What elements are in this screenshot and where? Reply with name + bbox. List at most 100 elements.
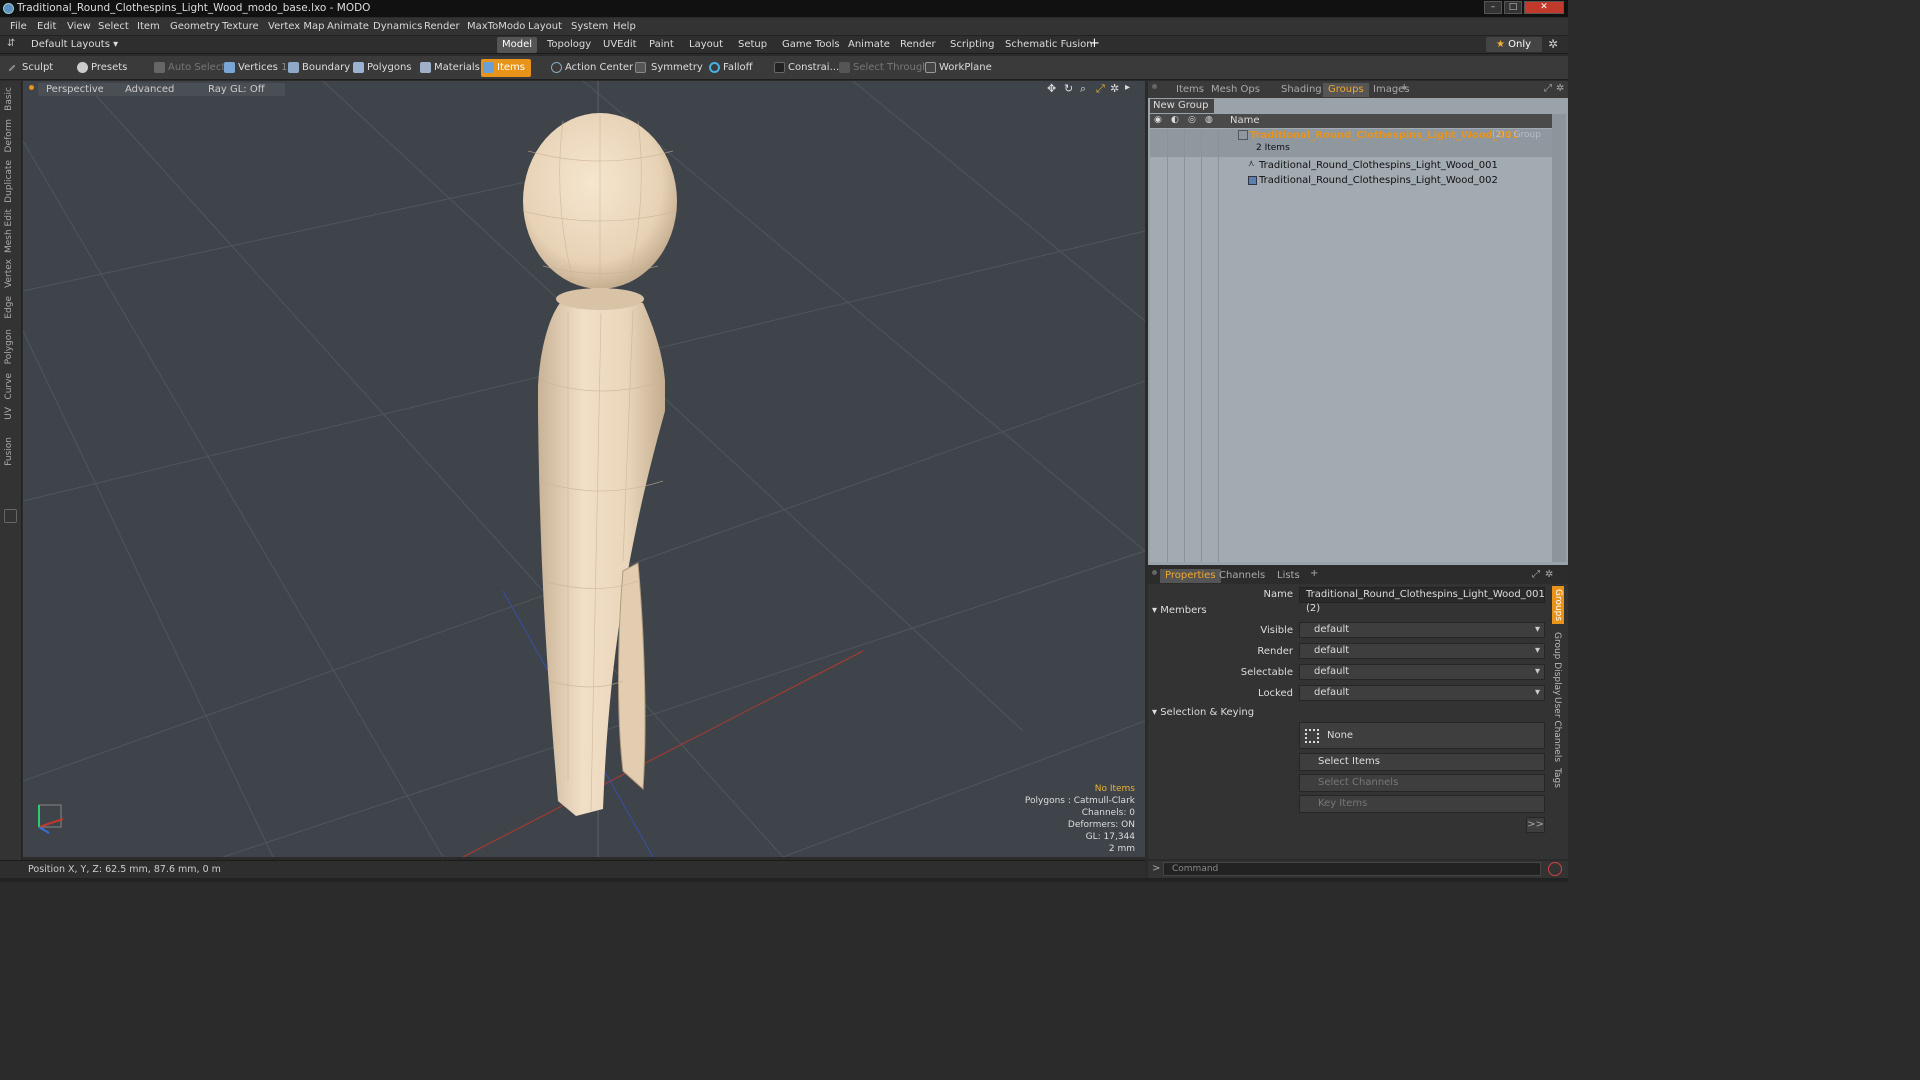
panel-dot-icon[interactable] — [1152, 570, 1157, 575]
menu-geometry[interactable]: Geometry — [170, 21, 220, 32]
select-icon[interactable]: ◍ — [1205, 115, 1213, 125]
maximize-button[interactable]: □ — [1504, 1, 1522, 14]
vtab-edge[interactable]: Edge — [4, 296, 14, 319]
vtab-curve[interactable]: Curve — [4, 373, 14, 400]
tab-groups[interactable]: Groups — [1323, 83, 1369, 97]
tab-properties[interactable]: Properties — [1160, 569, 1221, 583]
panel-gear-icon[interactable]: ✲ — [1556, 83, 1564, 94]
group-row[interactable]: Traditional_Round_Clothespins_Light_Wood… — [1150, 129, 1552, 157]
render-dropdown[interactable]: default — [1299, 643, 1545, 659]
viewport-dot-icon[interactable] — [29, 85, 34, 90]
menu-select[interactable]: Select — [98, 21, 129, 32]
fit-icon[interactable]: ⤢ — [1096, 82, 1105, 96]
expand-panel-icon[interactable]: ⤢ — [1532, 569, 1540, 580]
vtab-basic[interactable]: Basic — [4, 87, 14, 111]
tool-panel-toggle[interactable] — [4, 509, 17, 523]
tab-topology[interactable]: Topology — [542, 37, 596, 53]
3d-viewport[interactable]: Perspective Advanced Ray GL: Off ✥ ↻ ⌕ ⤢… — [23, 81, 1145, 857]
panel-dot-icon[interactable] — [1152, 84, 1157, 89]
menu-help[interactable]: Help — [613, 21, 636, 32]
add-panel-tab-icon[interactable]: + — [1310, 568, 1318, 579]
side-tab-group-display[interactable]: Group Display — [1552, 632, 1562, 695]
tab-model[interactable]: Model — [497, 37, 538, 53]
vtab-vertex[interactable]: Vertex — [4, 259, 14, 288]
side-tab-user-channels[interactable]: User Channels — [1552, 697, 1562, 762]
expand-panel-icon[interactable]: ⤢ — [1544, 83, 1552, 94]
render-icon[interactable]: ◐ — [1171, 115, 1179, 125]
vtab-fusion[interactable]: Fusion — [4, 437, 14, 466]
action-center-button[interactable]: Action Center — [549, 59, 633, 77]
menu-vertex-map[interactable]: Vertex Map — [268, 21, 324, 32]
vtab-polygon[interactable]: Polygon — [4, 329, 14, 364]
more-button[interactable]: >> — [1526, 817, 1545, 833]
menu-dynamics[interactable]: Dynamics — [373, 21, 422, 32]
menu-animate[interactable]: Animate — [327, 21, 369, 32]
tab-uvedit[interactable]: UVEdit — [598, 37, 642, 53]
zoom-icon[interactable]: ⌕ — [1080, 82, 1086, 96]
tab-paint[interactable]: Paint — [644, 37, 679, 53]
selectable-dropdown[interactable]: default — [1299, 664, 1545, 680]
symmetry-button[interactable]: Symmetry — [633, 59, 703, 77]
menu-layout[interactable]: Layout — [528, 21, 562, 32]
tab-lists[interactable]: Lists — [1272, 569, 1305, 583]
menu-edit[interactable]: Edit — [37, 21, 56, 32]
pan-icon[interactable]: ✥ — [1047, 82, 1056, 95]
tab-schematic-fusion[interactable]: Schematic Fusion — [1000, 37, 1098, 53]
materials-button[interactable]: Materials — [418, 59, 480, 77]
visibility-eye-icon[interactable]: ◉ — [1154, 115, 1162, 125]
viewport-settings-icon[interactable]: ✲ — [1110, 82, 1119, 95]
record-icon[interactable] — [1548, 862, 1562, 876]
vtab-mesh-edit[interactable]: Mesh Edit — [4, 209, 14, 253]
command-input[interactable]: Command — [1163, 862, 1541, 876]
menu-texture[interactable]: Texture — [222, 21, 259, 32]
workplane-button[interactable]: WorkPlane — [923, 59, 992, 77]
menu-file[interactable]: File — [10, 21, 27, 32]
items-button[interactable]: Items — [481, 59, 531, 77]
tab-mesh-ops[interactable]: Mesh Ops — [1206, 83, 1265, 97]
close-button[interactable]: ✕ — [1524, 1, 1564, 14]
select-through-button[interactable]: Select Through — [837, 59, 929, 77]
list-item[interactable]: ⋏ Traditional_Round_Clothespins_Light_Wo… — [1150, 159, 1552, 174]
tab-scripting[interactable]: Scripting — [945, 37, 999, 53]
none-button[interactable]: None — [1299, 722, 1545, 749]
tab-shading[interactable]: Shading — [1276, 83, 1327, 97]
viewport-menu-arrow-icon[interactable]: ▸ — [1125, 82, 1130, 93]
tab-channels[interactable]: Channels — [1214, 569, 1270, 583]
tab-setup[interactable]: Setup — [733, 37, 772, 53]
menu-item[interactable]: Item — [137, 21, 160, 32]
vtab-deform[interactable]: Deform — [4, 119, 14, 152]
tab-layout[interactable]: Layout — [684, 37, 728, 53]
polygons-button[interactable]: Polygons — [351, 59, 412, 77]
lock-icon[interactable]: ◎ — [1188, 115, 1196, 125]
panel-gear-icon[interactable]: ✲ — [1545, 569, 1553, 580]
select-channels-button[interactable]: Select Channels — [1299, 774, 1545, 792]
perspective-dropdown[interactable]: Perspective — [38, 83, 112, 96]
menu-view[interactable]: View — [67, 21, 91, 32]
constraints-button[interactable]: Constrai... — [772, 59, 839, 77]
tab-game-tools[interactable]: Game Tools — [777, 37, 845, 53]
name-field[interactable]: Traditional_Round_Clothespins_Light_Wood… — [1299, 587, 1545, 614]
boundary-button[interactable]: Boundary — [286, 59, 350, 77]
visible-dropdown[interactable]: default — [1299, 622, 1545, 638]
falloff-button[interactable]: Falloff — [707, 59, 753, 77]
add-panel-tab-icon[interactable]: + — [1400, 82, 1408, 93]
menu-maxtomodo[interactable]: MaxToModo — [467, 21, 525, 32]
tab-animate[interactable]: Animate — [843, 37, 895, 53]
selection-keying-section[interactable]: ▾ Selection & Keying — [1152, 707, 1254, 718]
menu-render[interactable]: Render — [424, 21, 460, 32]
presets-button[interactable]: Presets — [75, 59, 127, 77]
sculpt-button[interactable]: Sculpt — [6, 59, 53, 77]
layout-arrow-icon[interactable]: ⇵ — [7, 38, 15, 49]
menu-system[interactable]: System — [571, 21, 608, 32]
groups-scrollbar[interactable] — [1552, 114, 1566, 562]
only-toggle[interactable]: ★ Only — [1486, 37, 1542, 52]
list-item[interactable]: Traditional_Round_Clothespins_Light_Wood… — [1150, 174, 1552, 189]
rotate-icon[interactable]: ↻ — [1064, 82, 1073, 95]
clothespin-model[interactable] — [522, 113, 678, 816]
vertices-button[interactable]: Vertices 1 — [222, 59, 287, 77]
tab-items[interactable]: Items — [1171, 83, 1209, 97]
vtab-uv[interactable]: UV — [4, 407, 14, 420]
locked-dropdown[interactable]: default — [1299, 685, 1545, 701]
raygl-toggle[interactable]: Ray GL: Off — [188, 83, 285, 96]
key-items-button[interactable]: Key Items — [1299, 795, 1545, 813]
